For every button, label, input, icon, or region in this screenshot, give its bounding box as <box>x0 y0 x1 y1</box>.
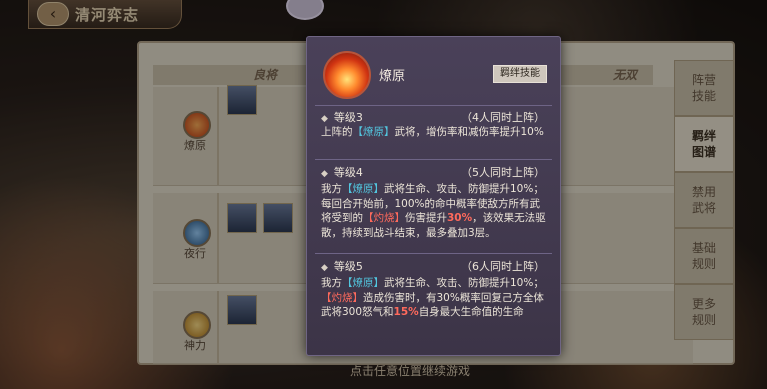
diamond-icon: ◆ <box>321 114 328 124</box>
level-header: ◆ 等级5 （6人同时上阵） <box>321 260 545 273</box>
description-text: 自身最大生命值的生命 <box>418 306 524 318</box>
highlight-text: 【燎原】 <box>342 183 384 195</box>
continue-hint: 点击任意位置继续游戏 <box>349 364 470 378</box>
divider <box>315 159 552 160</box>
level-header: ◆ 等级3 （4人同时上阵） <box>321 111 545 124</box>
divider <box>315 253 552 254</box>
level-header: ◆ 等级4 （5人同时上阵） <box>321 166 545 179</box>
level-description: 我方【燎原】武将生命、攻击、防御提升10%；每回合开始前，100%的命中概率使敌… <box>321 182 547 240</box>
highlight-text: 30% <box>447 212 473 224</box>
highlight-text: 【燎原】 <box>342 277 384 289</box>
description-text: 武将，增伤率和减伤率提升10% <box>394 126 544 138</box>
bond-skill-badge: 羁绊技能 <box>493 65 547 83</box>
divider <box>315 105 552 106</box>
highlight-text: 15% <box>393 306 419 318</box>
skill-name: 燎原 <box>379 69 406 84</box>
highlight-text: 【灼烧】 <box>321 291 363 304</box>
description-text: 伤害提升 <box>405 212 447 224</box>
highlight-text: 【燎原】 <box>352 126 395 138</box>
flame-icon <box>323 51 371 99</box>
diamond-icon: ◆ <box>321 263 328 273</box>
level-description: 上阵的【燎原】武将，增伤率和减伤率提升10% <box>321 125 547 140</box>
description-text: 武将生命、攻击、防御提升10%； <box>384 277 544 289</box>
description-text: 上阵的 <box>321 126 353 138</box>
description-text: 我方 <box>321 277 342 289</box>
diamond-icon: ◆ <box>321 169 328 179</box>
description-text: 我方 <box>321 183 342 195</box>
level-description: 我方【燎原】武将生命、攻击、防御提升10%；【灼烧】造成伤害时，有30%概率回复… <box>321 276 547 320</box>
highlight-text: 【灼烧】 <box>363 212 405 224</box>
skill-tooltip: 燎原 羁绊技能 ◆ 等级3 （4人同时上阵） 上阵的【燎原】武将，增伤率和减伤率提… <box>306 36 561 356</box>
